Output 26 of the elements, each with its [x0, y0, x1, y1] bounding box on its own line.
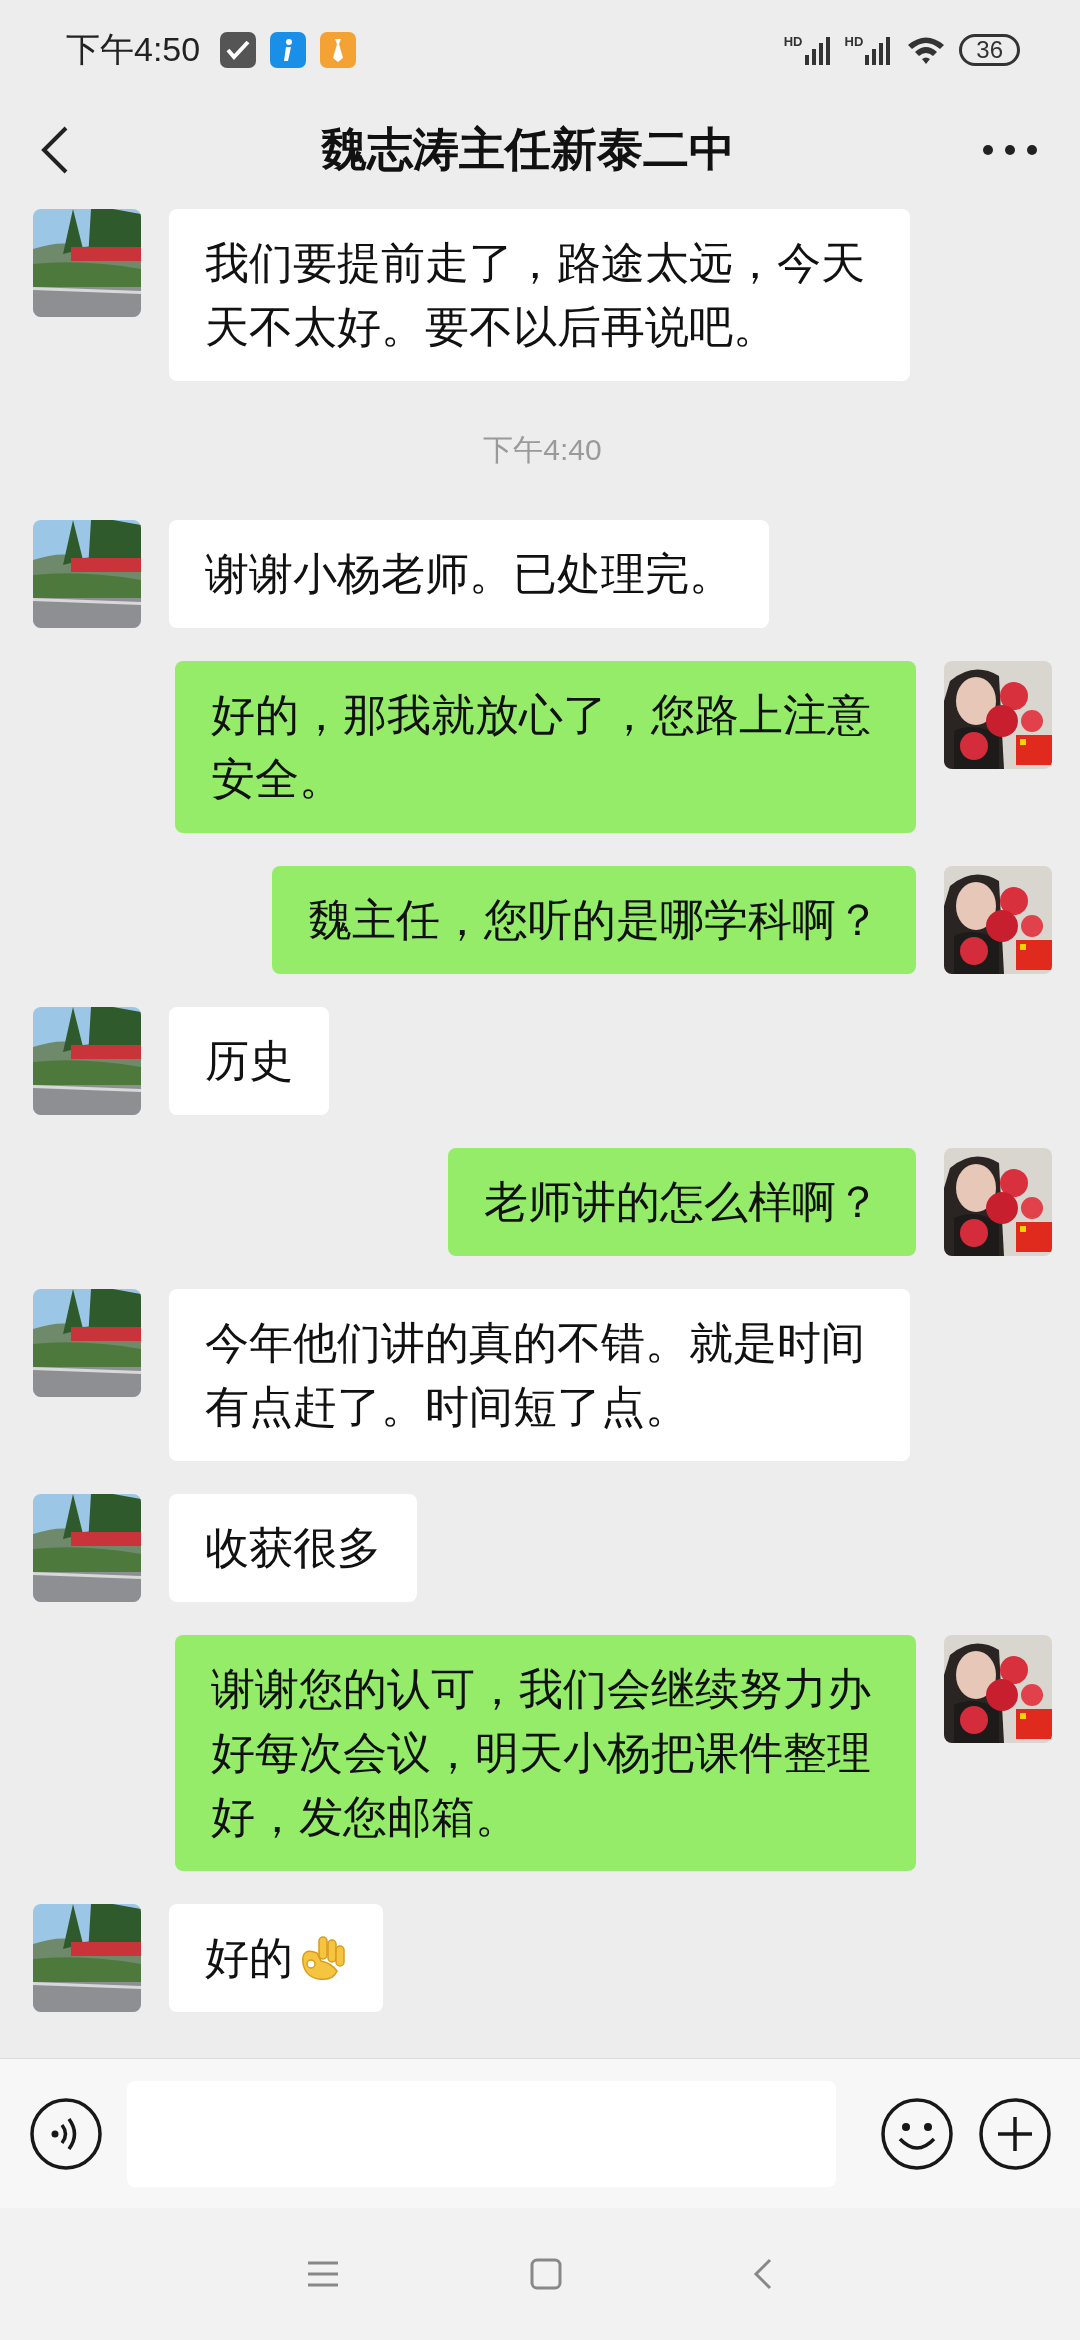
message-bubble: 收获很多 [169, 1494, 417, 1602]
battery-level: 36 [959, 34, 1020, 66]
smiley-icon[interactable] [880, 2096, 954, 2171]
home-square-icon[interactable] [530, 2258, 562, 2290]
message-bubble: 历史 [169, 1007, 329, 1115]
message-bubble: 谢谢您的认可，我们会继续努力办好每次会议，明天小杨把课件整理好，发您邮箱。 [175, 1635, 916, 1871]
message-bubble: 我们要提前走了，路途太远，今天天不太好。要不以后再说吧。 [169, 209, 910, 381]
checkmark-app-icon [220, 32, 257, 68]
clock-time: 下午4:50 [66, 29, 201, 70]
menu-icon[interactable] [306, 2259, 340, 2289]
message-bubble: 魏主任，您听的是哪学科啊？ [272, 866, 916, 974]
chat-title: 魏志涛主任新泰二中 [321, 122, 735, 177]
network-type-label: HD [783, 35, 803, 49]
message-bubble: 谢谢小杨老师。已处理完。 [169, 520, 769, 628]
message-text: 好的 [205, 1932, 293, 1984]
timestamp: 下午4:40 [483, 432, 602, 468]
message-bubble: 好的，那我就放心了，您路上注意安全。 [175, 661, 916, 833]
network-type-label: HD [844, 35, 864, 49]
more-icon[interactable] [980, 142, 1040, 158]
message-bubble: 老师讲的怎么样啊？ [448, 1148, 916, 1256]
plus-icon[interactable] [978, 2096, 1052, 2171]
tie-app-icon [320, 32, 357, 68]
info-app-icon [270, 32, 307, 68]
signal-icon [802, 35, 833, 65]
voice-icon[interactable] [29, 2096, 103, 2171]
message-bubble: 今年他们讲的真的不错。就是时间有点赶了。时间短了点。 [169, 1289, 910, 1461]
